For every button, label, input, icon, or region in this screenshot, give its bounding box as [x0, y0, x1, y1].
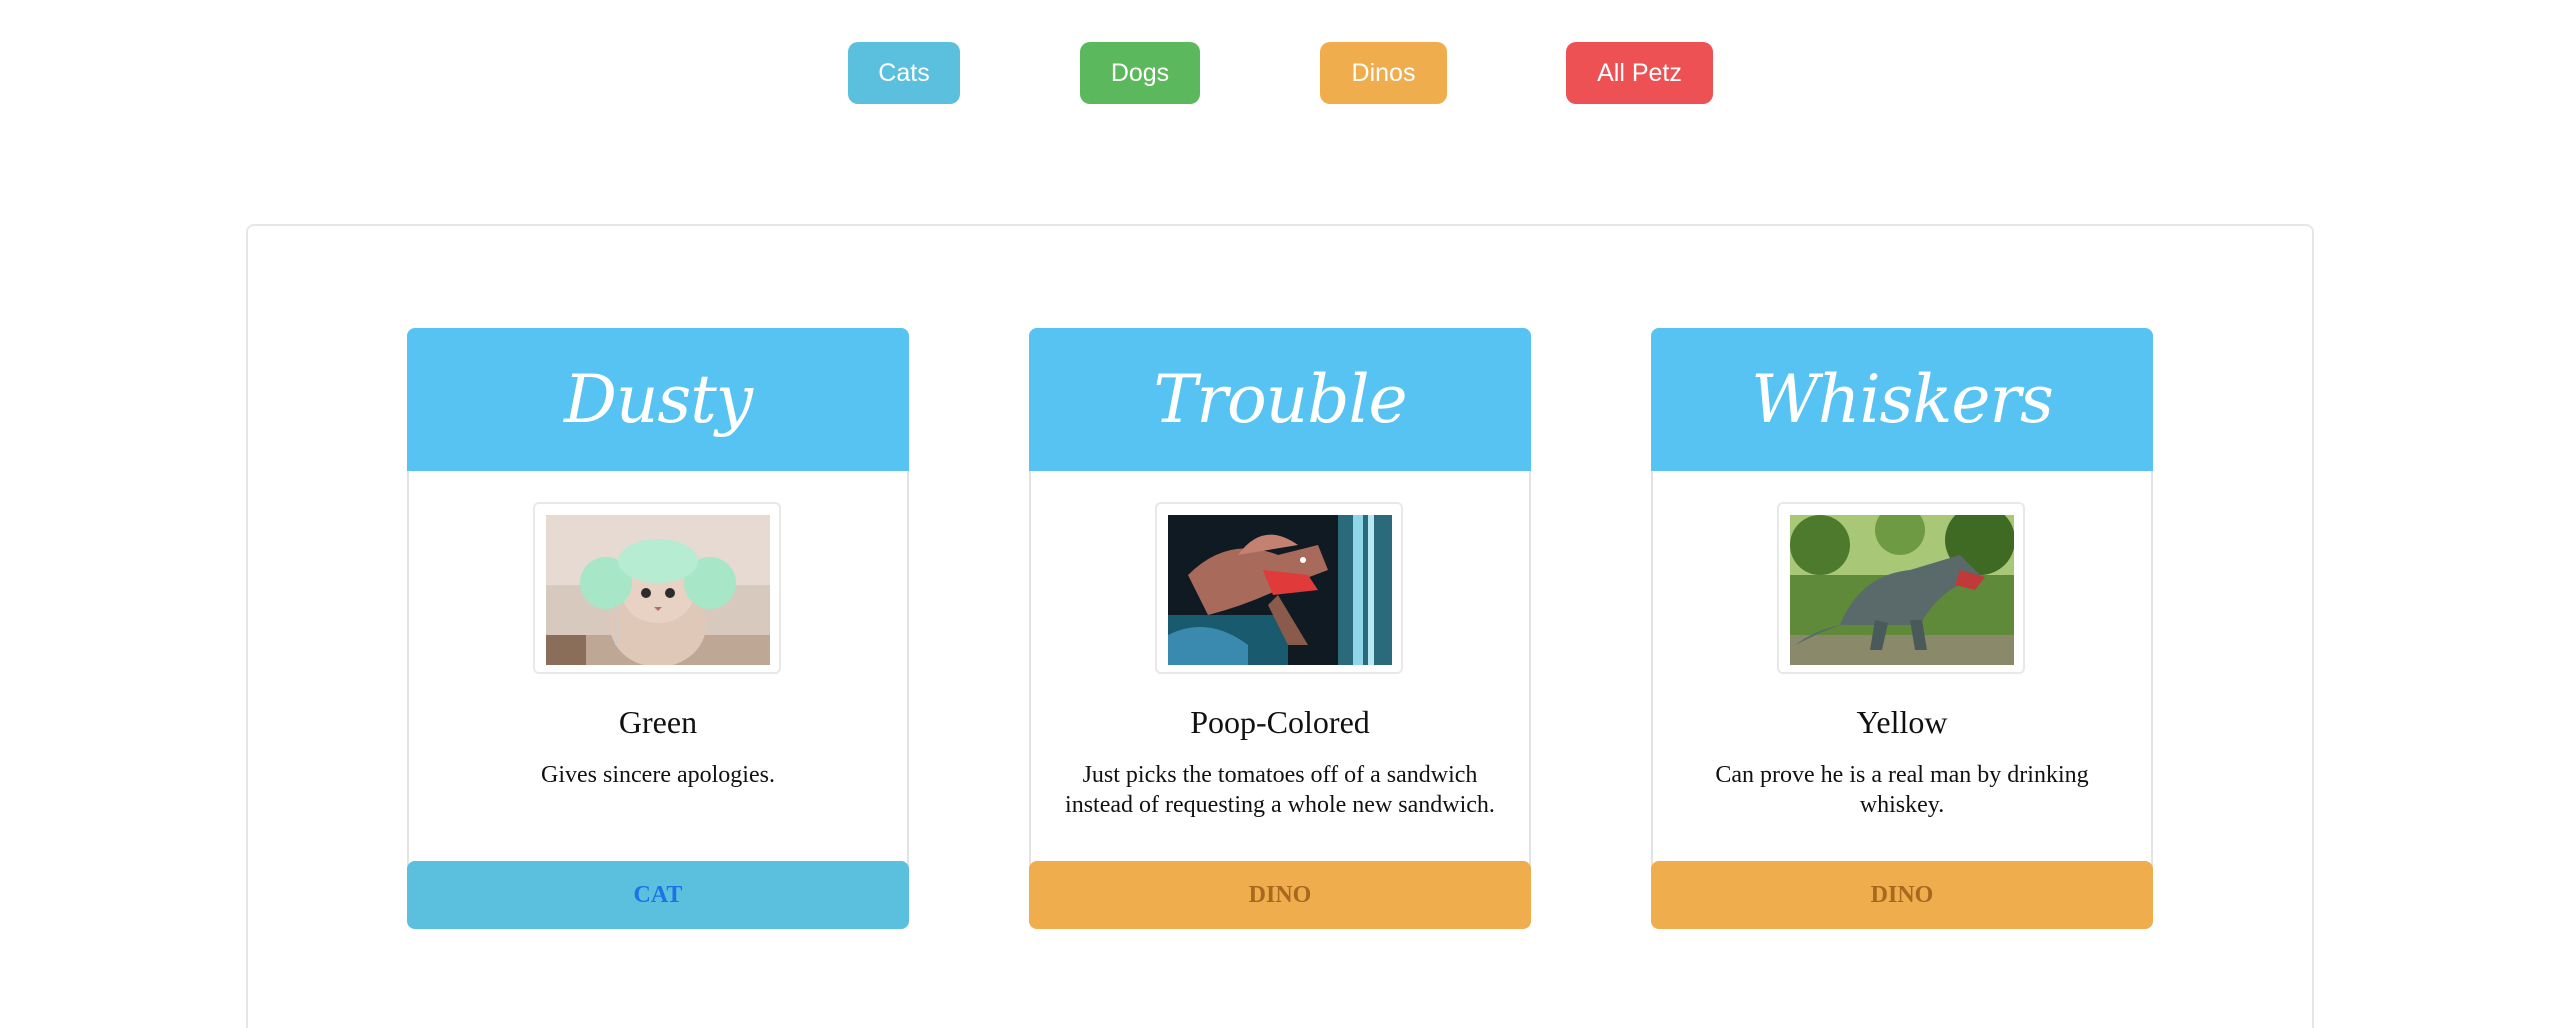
pet-name: Dusty	[563, 361, 753, 438]
pet-card-header: Whiskers	[1651, 328, 2153, 471]
pet-photo	[1790, 515, 2014, 665]
trex-photo-icon	[1790, 515, 2014, 665]
pet-type-badge[interactable]: DINO	[1029, 861, 1531, 929]
pet-description: Can prove he is a real man by drinking w…	[1715, 762, 2089, 818]
pet-photo	[546, 515, 770, 665]
pet-name: Trouble	[1153, 361, 1407, 438]
pet-photo-frame	[1777, 502, 2025, 674]
pet-photo	[1168, 515, 1392, 665]
filter-bar: Cats Dogs Dinos All Petz	[0, 42, 2560, 104]
pet-card-header: Trouble	[1029, 328, 1531, 471]
pet-color: Green	[618, 704, 698, 740]
pet-description: Gives sincere apologies.	[541, 762, 775, 788]
pet-card: Trouble Poop-Colored Just picks the toma…	[1029, 328, 1531, 929]
pet-color: Yellow	[1856, 704, 1948, 740]
dinos-filter-button[interactable]: Dinos	[1320, 42, 1447, 104]
dino-photo-icon	[1168, 515, 1392, 665]
pet-card: Dusty Green Gives sincere apologies. CAT	[407, 328, 909, 929]
pet-name: Whiskers	[1751, 361, 2054, 438]
pet-type-badge[interactable]: DINO	[1651, 861, 2153, 929]
pet-description: Just picks the tomatoes off of a sandwic…	[1065, 762, 1495, 818]
pet-type-badge[interactable]: CAT	[407, 861, 909, 929]
cat-photo-icon	[546, 515, 770, 665]
all-petz-filter-button[interactable]: All Petz	[1566, 42, 1713, 104]
dogs-filter-button[interactable]: Dogs	[1080, 42, 1200, 104]
pet-card: Whiskers Yellow Can prove he is a real m…	[1651, 328, 2153, 929]
cats-filter-button[interactable]: Cats	[848, 42, 960, 104]
pet-card-header: Dusty	[407, 328, 909, 471]
pet-color: Poop-Colored	[1190, 704, 1370, 740]
pet-photo-frame	[1155, 502, 1403, 674]
pet-photo-frame	[533, 502, 781, 674]
